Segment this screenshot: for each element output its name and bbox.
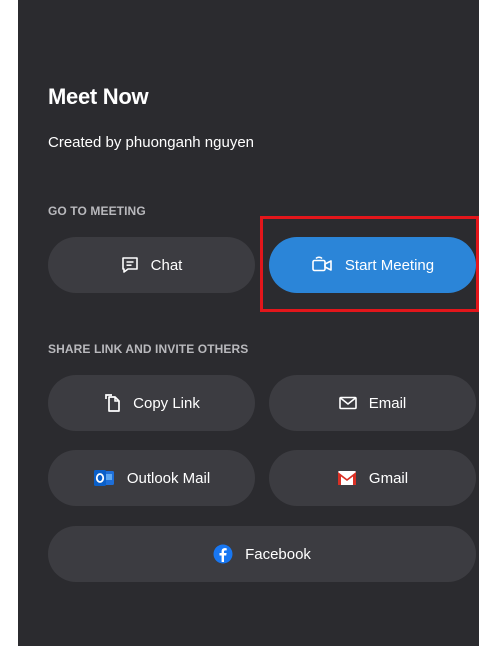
panel-subtitle: Created by phuonganh nguyen <box>48 134 255 151</box>
copy-icon <box>103 393 121 413</box>
gmail-button[interactable]: Gmail <box>269 450 476 506</box>
gmail-icon <box>337 470 357 486</box>
panel-title: Meet Now <box>48 84 149 109</box>
start-meeting-label: Start Meeting <box>344 256 435 274</box>
video-camera-icon <box>311 256 333 274</box>
copy-link-button[interactable]: Copy Link <box>48 375 255 431</box>
chat-button[interactable]: Chat <box>48 237 255 293</box>
outlook-mail-label: Outlook Mail <box>126 469 211 487</box>
share-link-heading: SHARE LINK AND INVITE OTHERS <box>48 342 249 356</box>
outlook-icon <box>93 468 115 488</box>
facebook-icon <box>213 544 233 564</box>
outlook-mail-button[interactable]: Outlook Mail <box>48 450 255 506</box>
chat-icon <box>121 256 139 274</box>
facebook-button[interactable]: Facebook <box>48 526 476 582</box>
email-button[interactable]: Email <box>269 375 476 431</box>
chat-label: Chat <box>150 256 183 274</box>
email-label: Email <box>368 394 407 412</box>
start-meeting-button[interactable]: Start Meeting <box>269 237 476 293</box>
copy-link-label: Copy Link <box>133 394 200 412</box>
gmail-label: Gmail <box>368 469 409 487</box>
envelope-icon <box>338 396 357 410</box>
facebook-label: Facebook <box>245 545 311 563</box>
go-to-meeting-heading: GO TO MEETING <box>48 204 146 218</box>
meet-now-panel: Meet Now Created by phuonganh nguyen GO … <box>18 0 479 646</box>
